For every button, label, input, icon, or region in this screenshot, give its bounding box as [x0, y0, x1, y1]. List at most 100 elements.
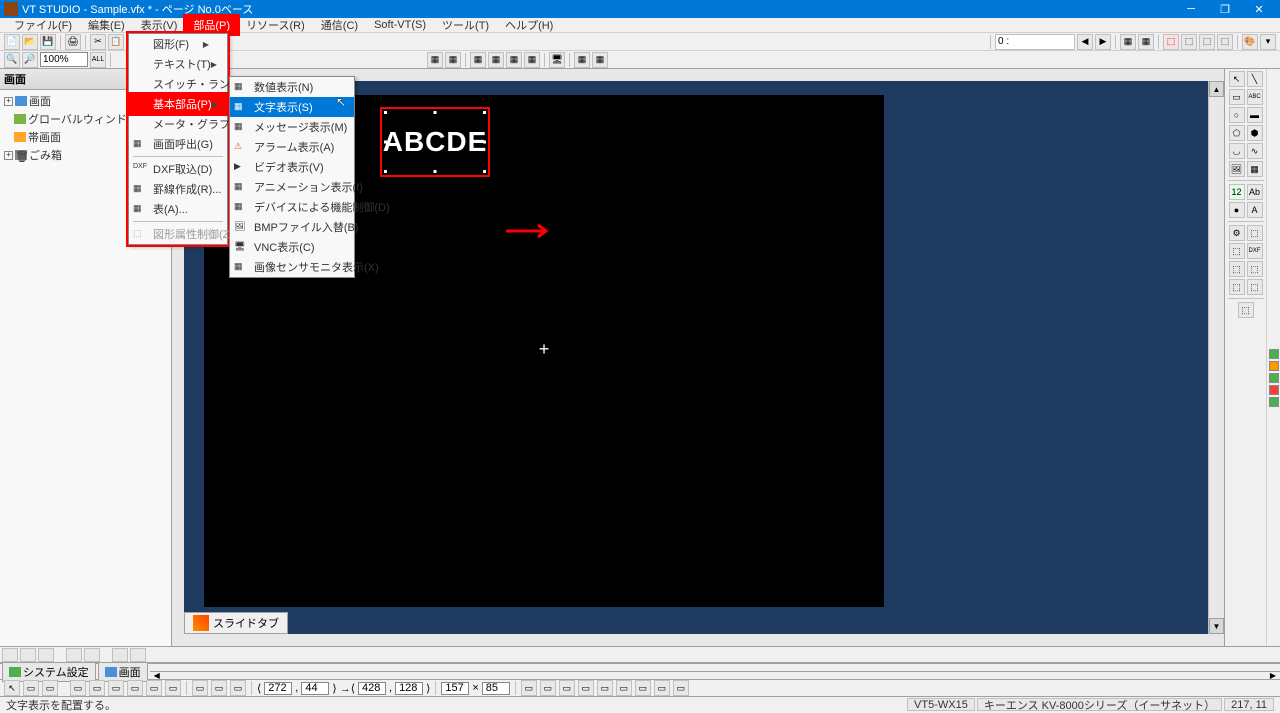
maximize-button[interactable]: ❐	[1208, 0, 1242, 18]
ct-icon-4[interactable]: ▭	[70, 680, 86, 696]
rp-curve-icon[interactable]: ∿	[1247, 143, 1263, 159]
dropdown-icon[interactable]: ▾	[1260, 34, 1276, 50]
ct-grp-4[interactable]: ▭	[578, 680, 594, 696]
minimize-button[interactable]: ─	[1174, 0, 1208, 18]
tb2-icon-7[interactable]: 🖥	[549, 52, 565, 68]
zoom-select[interactable]	[40, 52, 88, 67]
print-icon[interactable]: 🖨	[65, 34, 81, 50]
rp-tool-h[interactable]: ⬚	[1247, 279, 1263, 295]
rp-fillrect-icon[interactable]: ▬	[1247, 107, 1263, 123]
rp-select-icon[interactable]: ↖	[1229, 71, 1245, 87]
rp-dxf-icon[interactable]: DXF	[1247, 243, 1263, 259]
rp-tool-g[interactable]: ⬚	[1229, 279, 1245, 295]
menu-parts[interactable]: 部品(P)	[185, 16, 238, 34]
toolbar-page-select[interactable]: 0 :	[995, 34, 1075, 50]
ct-icon-5[interactable]: ▭	[89, 680, 105, 696]
close-button[interactable]: ✕	[1242, 0, 1276, 18]
text-display-widget[interactable]: ABCDE	[380, 107, 490, 177]
menu1-meter[interactable]: メータ・グラフ(M)▶	[129, 114, 227, 134]
fr-color-1[interactable]	[1269, 349, 1279, 359]
ct-grp-8[interactable]: ▭	[654, 680, 670, 696]
bt-icon-6[interactable]	[112, 648, 128, 662]
rp-led-icon[interactable]: ●	[1229, 202, 1245, 218]
zoom-out-icon[interactable]: 🔎	[22, 52, 38, 68]
new-file-icon[interactable]: 📄	[4, 34, 20, 50]
menu2-device[interactable]: ▦デバイスによる機能制御(D)	[230, 197, 354, 217]
menu-edit[interactable]: 編集(E)	[80, 16, 133, 34]
vertical-scrollbar[interactable]: ▲ ▼	[1208, 81, 1224, 634]
menu1-screen[interactable]: ▦画面呼出(G)	[129, 134, 227, 154]
zoom-in-icon[interactable]: 🔍	[4, 52, 20, 68]
tb2-icon-2[interactable]: ▦	[445, 52, 461, 68]
rp-tool-f[interactable]: ⬚	[1247, 261, 1263, 277]
all-icon[interactable]: ALL	[90, 52, 106, 68]
bt-icon-7[interactable]	[130, 648, 146, 662]
menu1-text[interactable]: テキスト(T)▶	[129, 54, 227, 74]
rp-text-icon[interactable]: Ab	[1247, 184, 1263, 200]
rp-tool-b[interactable]: ⬚	[1247, 225, 1263, 241]
prev-icon[interactable]: ◀	[1077, 34, 1093, 50]
rp-font-icon[interactable]: A	[1247, 202, 1263, 218]
rp-grid-icon[interactable]: ▦	[1247, 161, 1263, 177]
menu2-message[interactable]: ▦メッセージ表示(M)	[230, 117, 354, 137]
tool-icon-7[interactable]: 🎨	[1242, 34, 1258, 50]
slide-tab[interactable]: スライドタブ	[184, 612, 288, 634]
tab-system-settings[interactable]: システム設定	[2, 662, 96, 682]
ct-grp-3[interactable]: ▭	[559, 680, 575, 696]
ct-icon-1[interactable]: ↖	[4, 680, 20, 696]
tb2-icon-5[interactable]: ▦	[506, 52, 522, 68]
copy-icon[interactable]: 📋	[108, 34, 124, 50]
menu2-bmp[interactable]: 🖼BMPファイル入替(B)	[230, 217, 354, 237]
menu1-dxf[interactable]: DXFDXF取込(D)	[129, 159, 227, 179]
tool-icon-6[interactable]: ⬚	[1217, 34, 1233, 50]
open-icon[interactable]: 📂	[22, 34, 38, 50]
rp-arc-icon[interactable]: ◡	[1229, 143, 1245, 159]
ct-grp-5[interactable]: ▭	[597, 680, 613, 696]
rp-circle-icon[interactable]: ○	[1229, 107, 1245, 123]
menu2-vnc[interactable]: 🖥VNC表示(C)	[230, 237, 354, 257]
rp-fillpoly-icon[interactable]: ⬢	[1247, 125, 1263, 141]
ct-icon-8[interactable]: ▭	[146, 680, 162, 696]
menu1-table[interactable]: ▦表(A)...	[129, 199, 227, 219]
fr-color-4[interactable]	[1269, 385, 1279, 395]
tb2-icon-3[interactable]: ▦	[470, 52, 486, 68]
menu-softvt[interactable]: Soft-VT(S)	[366, 18, 434, 32]
tool-icon-2[interactable]: ▦	[1138, 34, 1154, 50]
menu2-imgsensor[interactable]: ▦画像センサモニタ表示(X)	[230, 257, 354, 277]
bt-icon-1[interactable]	[2, 648, 18, 662]
menu1-shapeattr[interactable]: ⬚図形属性制御(Z)...	[129, 224, 227, 244]
menu2-alarm[interactable]: ⚠アラーム表示(A)	[230, 137, 354, 157]
next-icon[interactable]: ▶	[1095, 34, 1111, 50]
tool-icon-5[interactable]: ⬚	[1199, 34, 1215, 50]
rp-img-icon[interactable]: 🖼	[1229, 161, 1245, 177]
tb2-icon-9[interactable]: ▦	[592, 52, 608, 68]
rp-line-icon[interactable]: ╲	[1247, 71, 1263, 87]
menu2-numeric[interactable]: ▦数値表示(N)	[230, 77, 354, 97]
rp-rect-icon[interactable]: ▭	[1229, 89, 1245, 105]
ct-grp-1[interactable]: ▭	[521, 680, 537, 696]
save-icon[interactable]: 💾	[40, 34, 56, 50]
ct-icon-3[interactable]: ▭	[42, 680, 58, 696]
menu-comm[interactable]: 通信(C)	[313, 16, 366, 34]
tool-icon-3[interactable]: ⬚	[1163, 34, 1179, 50]
menu-tool[interactable]: ツール(T)	[434, 16, 497, 34]
bt-icon-5[interactable]	[84, 648, 100, 662]
fr-color-5[interactable]	[1269, 397, 1279, 407]
scroll-down-icon[interactable]: ▼	[1209, 618, 1224, 634]
tool-icon-4[interactable]: ⬚	[1181, 34, 1197, 50]
ct-icon-2[interactable]: ▭	[23, 680, 39, 696]
rp-tool-a[interactable]: ⚙	[1229, 225, 1245, 241]
ct-grp-6[interactable]: ▭	[616, 680, 632, 696]
menu-view[interactable]: 表示(V)	[133, 16, 186, 34]
tool-icon-1[interactable]: ▦	[1120, 34, 1136, 50]
cut-icon[interactable]: ✂	[90, 34, 106, 50]
bt-icon-3[interactable]	[38, 648, 54, 662]
ct-icon-7[interactable]: ▭	[127, 680, 143, 696]
ct-icon-10[interactable]: ▭	[192, 680, 208, 696]
rp-num-icon[interactable]: 12	[1229, 184, 1245, 200]
menu-file[interactable]: ファイル(F)	[6, 16, 80, 34]
ct-icon-6[interactable]: ▭	[108, 680, 124, 696]
menu2-video[interactable]: ▶ビデオ表示(V)	[230, 157, 354, 177]
fr-color-2[interactable]	[1269, 361, 1279, 371]
fr-color-3[interactable]	[1269, 373, 1279, 383]
